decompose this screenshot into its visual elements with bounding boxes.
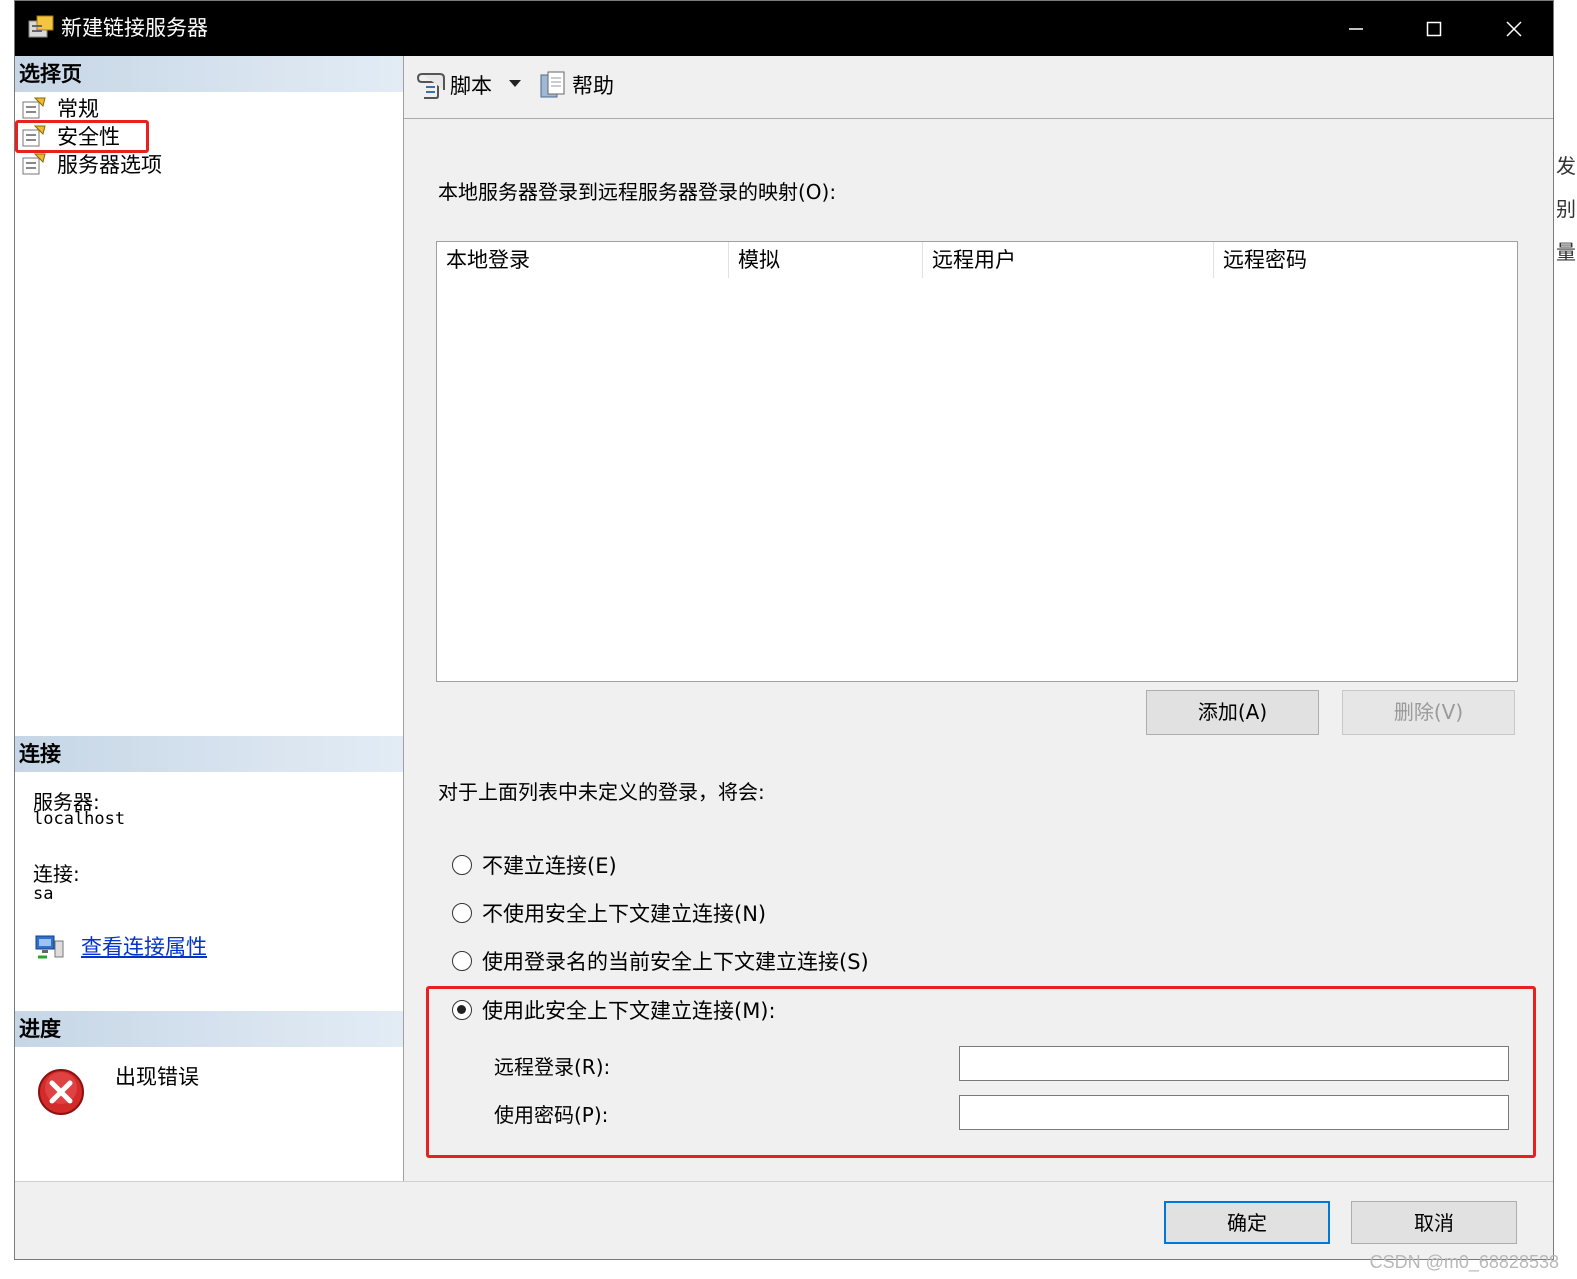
undefined-login-label: 对于上面列表中未定义的登录，将会: [438,780,765,804]
radio-no-security-context[interactable]: 不使用安全上下文建立连接(N) [452,898,766,928]
help-icon [540,71,565,98]
linked-server-app-icon [28,15,54,38]
dropdown-arrow-icon [509,80,521,87]
watermark: CSDN @m0_68828538 [1369,1252,1559,1272]
sidebar-item-general[interactable]: 常规 [21,94,99,122]
sidebar-item-server-options[interactable]: 服务器选项 [21,150,162,178]
remove-button[interactable]: 删除(V) [1342,690,1515,735]
view-connection-properties-link[interactable]: 查看连接属性 [81,931,207,961]
highlight-security-context-box [426,986,1536,1158]
maximize-button[interactable] [1395,1,1473,56]
sidebar-item-label: 常规 [57,97,99,121]
column-header-local-login[interactable]: 本地登录 [437,242,729,278]
connection-header: 连接 [15,736,403,772]
column-header-remote-user[interactable]: 远程用户 [923,242,1214,278]
close-icon [1506,20,1522,37]
radio-button[interactable] [452,951,472,971]
page-settings-icon [22,97,46,119]
column-header-impersonate[interactable]: 模拟 [729,242,923,278]
script-label: 脚本 [450,74,492,98]
page-settings-icon [22,153,46,175]
help-label: 帮助 [572,74,614,98]
radio-current-security-context[interactable]: 使用登录名的当前安全上下文建立连接(S) [452,946,869,976]
ok-button[interactable]: 确定 [1164,1201,1330,1244]
window-title: 新建链接服务器 [61,16,208,40]
background-text-fragment: 量 [1556,240,1576,264]
dialog-window: 新建链接服务器 选择页 常规 安全性 服务器选项 连接 服务器: localho… [14,0,1554,1260]
login-mapping-grid[interactable]: 本地登录 模拟 远程用户 远程密码 [436,241,1518,682]
minimize-button[interactable] [1317,1,1395,56]
radio-label: 使用登录名的当前安全上下文建立连接(S) [482,950,869,974]
column-header-remote-password[interactable]: 远程密码 [1214,242,1517,278]
connection-properties-icon [35,935,64,959]
left-pane: 选择页 常规 安全性 服务器选项 连接 服务器: localhost 连接: s… [15,56,404,1181]
script-button[interactable]: 脚本 [416,70,492,100]
background-text-fragment: 别 [1556,197,1576,221]
right-pane: 脚本 帮助 本地服务器登录到远程服务器登录的映射(O): 本地登录 模拟 远程用… [404,56,1553,1181]
mapping-label: 本地服务器登录到远程服务器登录的映射(O): [438,180,837,204]
add-button[interactable]: 添加(A) [1146,690,1319,735]
progress-status: 出现错误 [115,1065,199,1089]
radio-no-connection[interactable]: 不建立连接(E) [452,850,617,880]
radio-label: 不使用安全上下文建立连接(N) [482,902,767,926]
cancel-button[interactable]: 取消 [1351,1201,1517,1244]
background-text-fragment: 发 [1556,154,1576,178]
script-icon [416,73,445,99]
dialog-footer: 确定 取消 [15,1181,1553,1262]
grid-header: 本地登录 模拟 远程用户 远程密码 [437,242,1517,278]
select-page-header: 选择页 [15,56,403,92]
highlight-security-box [15,120,149,153]
toolbar: 脚本 帮助 [404,56,1553,119]
title-bar: 新建链接服务器 [15,1,1553,56]
radio-button[interactable] [452,903,472,923]
connection-label: 连接: [33,862,80,886]
radio-button[interactable] [452,855,472,875]
progress-header: 进度 [15,1011,403,1047]
radio-label: 不建立连接(E) [482,854,617,878]
minimize-icon [1349,27,1363,30]
maximize-icon [1426,21,1442,36]
sidebar-item-label: 服务器选项 [57,153,162,177]
error-icon [38,1069,84,1115]
close-button[interactable] [1475,1,1553,56]
help-button[interactable]: 帮助 [538,70,614,100]
script-dropdown-button[interactable] [508,78,526,88]
server-value: localhost [33,809,126,829]
connection-value: sa [33,884,54,904]
